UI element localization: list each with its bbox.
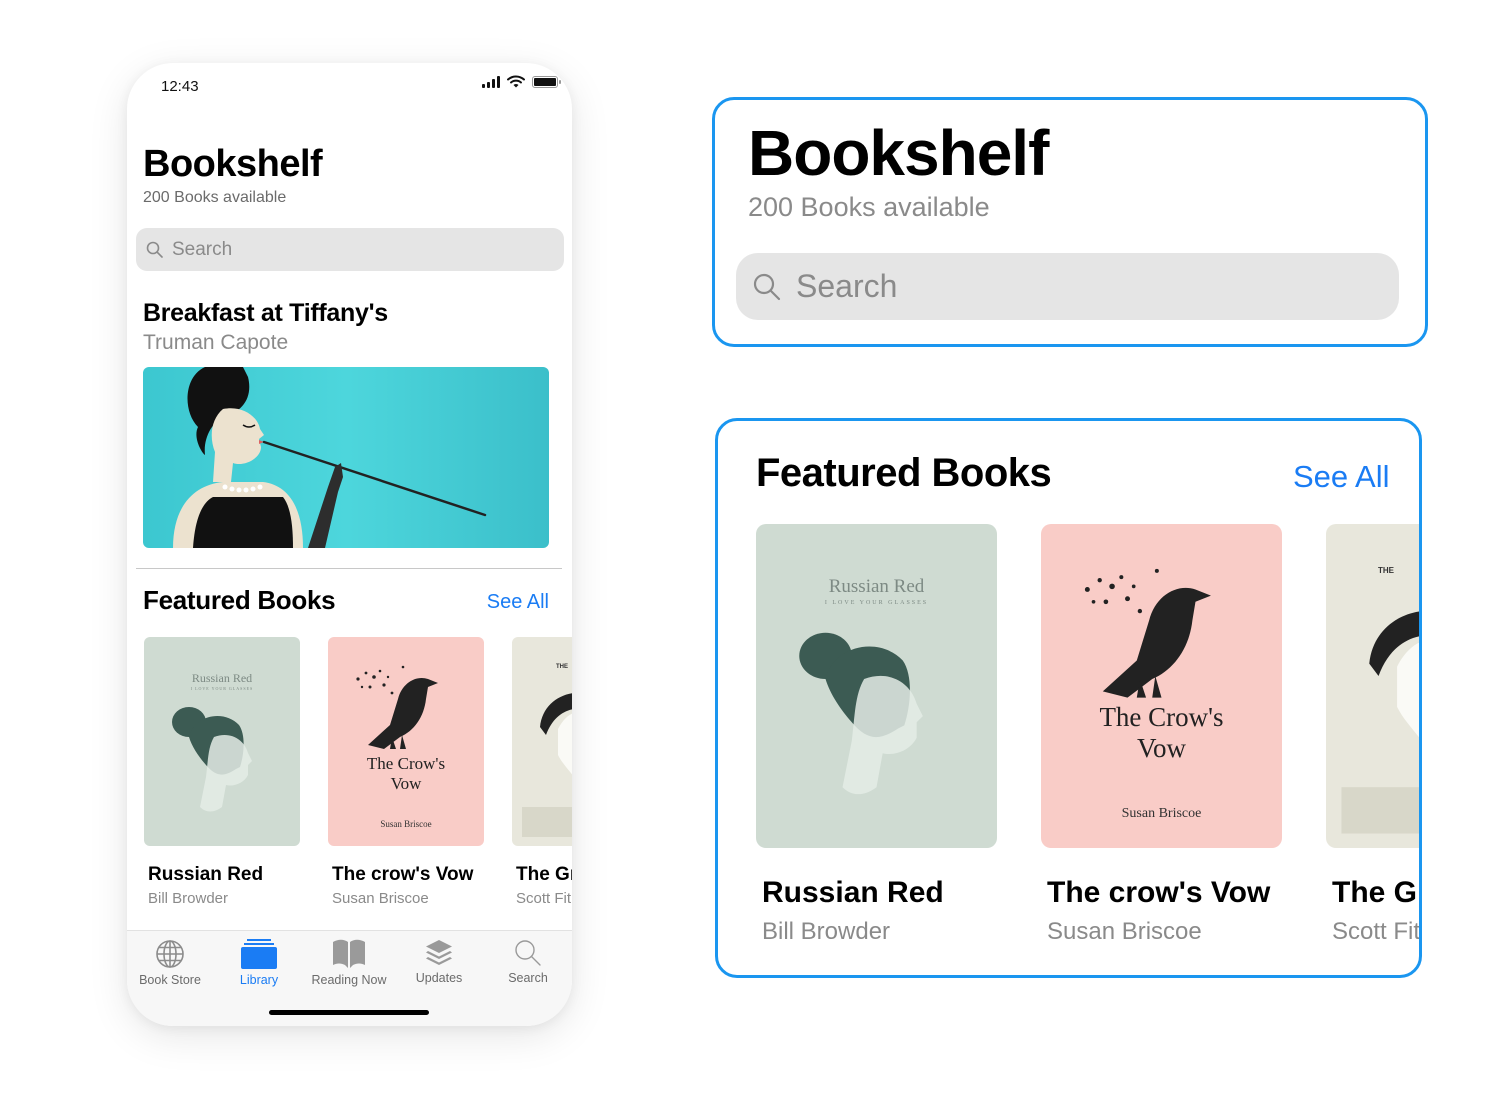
tab-label: Search — [508, 971, 548, 985]
tab-search[interactable]: Search — [486, 939, 570, 985]
book-cover[interactable]: The Crow's Vow Susan Briscoe — [328, 637, 484, 846]
tab-updates[interactable]: Updates — [397, 939, 481, 985]
gatsby-illustration — [522, 693, 572, 837]
book-author: Susan Briscoe — [332, 890, 429, 907]
search-bar[interactable] — [736, 253, 1399, 320]
gatsby-illustration — [1341, 611, 1419, 834]
book-title[interactable]: The crow's Vow — [332, 864, 484, 886]
cover-title-line: Vow — [390, 774, 422, 793]
book-cover[interactable]: The Crow's Vow Susan Briscoe — [1041, 524, 1282, 848]
book-author: Scott Fit — [516, 890, 572, 907]
search-input[interactable] — [796, 268, 1376, 305]
cover-title-line: The Crow's — [1099, 702, 1224, 732]
cover-author: Susan Briscoe — [380, 819, 432, 829]
page-title: Bookshelf — [748, 117, 1049, 189]
tab-reading-now[interactable]: Reading Now — [307, 939, 391, 987]
library-icon — [241, 939, 277, 969]
phone-screen: 12:43 Bookshelf 200 Books available Brea… — [127, 63, 572, 1026]
book-card[interactable]: The Crow's Vow Susan Briscoe The crow's … — [328, 637, 484, 907]
header-detail-panel: Bookshelf 200 Books available — [712, 97, 1428, 347]
search-icon — [146, 241, 163, 258]
tab-library[interactable]: Library — [217, 939, 301, 987]
book-card[interactable]: The Crow's Vow Susan Briscoe The crow's … — [1041, 524, 1282, 946]
search-icon — [515, 940, 541, 966]
book-title[interactable]: The crow's Vow — [1047, 876, 1282, 910]
cover-title-line: Vow — [1136, 733, 1187, 763]
search-icon — [753, 273, 781, 300]
featured-books-carousel[interactable]: Russian Red I LOVE YOUR GLASSES Russian … — [144, 637, 572, 917]
cover-title: The Crow's Vow — [328, 754, 484, 794]
tab-book-store[interactable]: Book Store — [128, 939, 212, 987]
book-author: Scott Fit — [1332, 918, 1421, 945]
search-bar[interactable] — [136, 228, 564, 271]
book-title[interactable]: Russian Red — [762, 876, 997, 910]
see-all-link[interactable]: See All — [1293, 459, 1390, 495]
crow-illustration — [1084, 568, 1211, 698]
book-author: Susan Briscoe — [1047, 918, 1202, 945]
section-divider — [136, 568, 562, 569]
books-count: 200 Books available — [143, 189, 287, 206]
featured-books-carousel[interactable]: Russian Red I LOVE YOUR GLASSES Russian … — [756, 524, 1421, 964]
book-cover[interactable]: Russian Red I LOVE YOUR GLASSES — [756, 524, 997, 848]
status-time: 12:43 — [161, 78, 199, 95]
cellular-signal-icon — [482, 75, 500, 88]
hero-book-title[interactable]: Breakfast at Tiffany's — [143, 299, 388, 328]
book-author: Bill Browder — [148, 890, 229, 907]
book-title[interactable]: The Gr — [1332, 876, 1419, 910]
status-icons — [482, 75, 561, 88]
hero-book-author: Truman Capote — [143, 331, 289, 354]
tab-label: Library — [239, 973, 279, 987]
see-all-link[interactable]: See All — [487, 591, 549, 614]
wifi-icon — [507, 75, 525, 88]
home-indicator — [269, 1010, 429, 1015]
book-card[interactable]: Russian Red I LOVE YOUR GLASSES Russian … — [144, 637, 300, 907]
featured-detail-panel: Featured Books See All Russian Red I LOV… — [715, 418, 1422, 978]
globe-icon — [156, 940, 184, 968]
portrait-illustration — [172, 707, 252, 812]
book-card[interactable]: THE The Gr Scott Fit — [1326, 524, 1421, 946]
cover-title: The Crow's Vow — [1041, 702, 1282, 764]
tab-label: Updates — [415, 971, 463, 985]
crow-illustration — [356, 665, 438, 749]
book-cover[interactable]: Russian Red I LOVE YOUR GLASSES — [144, 637, 300, 846]
tab-label: Reading Now — [311, 973, 387, 987]
page-title: Bookshelf — [143, 143, 323, 185]
cover-title-line: The Crow's — [366, 754, 446, 773]
cover-author: Susan Briscoe — [1121, 806, 1202, 821]
book-author: Bill Browder — [762, 918, 891, 945]
book-card[interactable]: Russian Red I LOVE YOUR GLASSES Russian … — [756, 524, 997, 946]
books-count: 200 Books available — [748, 192, 990, 222]
book-cover[interactable]: THE — [512, 637, 572, 846]
hero-book-image[interactable] — [143, 367, 549, 548]
book-title[interactable]: Russian Red — [148, 864, 300, 886]
featured-section-title: Featured Books — [756, 451, 1052, 495]
book-title[interactable]: The Gr — [516, 864, 572, 886]
search-input[interactable] — [172, 238, 552, 261]
battery-icon — [532, 75, 561, 88]
tab-label: Book Store — [139, 973, 201, 987]
hero-illustration — [143, 367, 549, 548]
open-book-icon — [333, 939, 365, 968]
book-card[interactable]: THE The Gr Scott Fit — [512, 637, 572, 907]
featured-section-title: Featured Books — [143, 585, 336, 615]
layers-icon — [426, 940, 452, 965]
book-cover[interactable]: THE — [1326, 524, 1419, 848]
status-bar: 12:43 — [127, 63, 572, 113]
portrait-illustration — [799, 632, 923, 795]
